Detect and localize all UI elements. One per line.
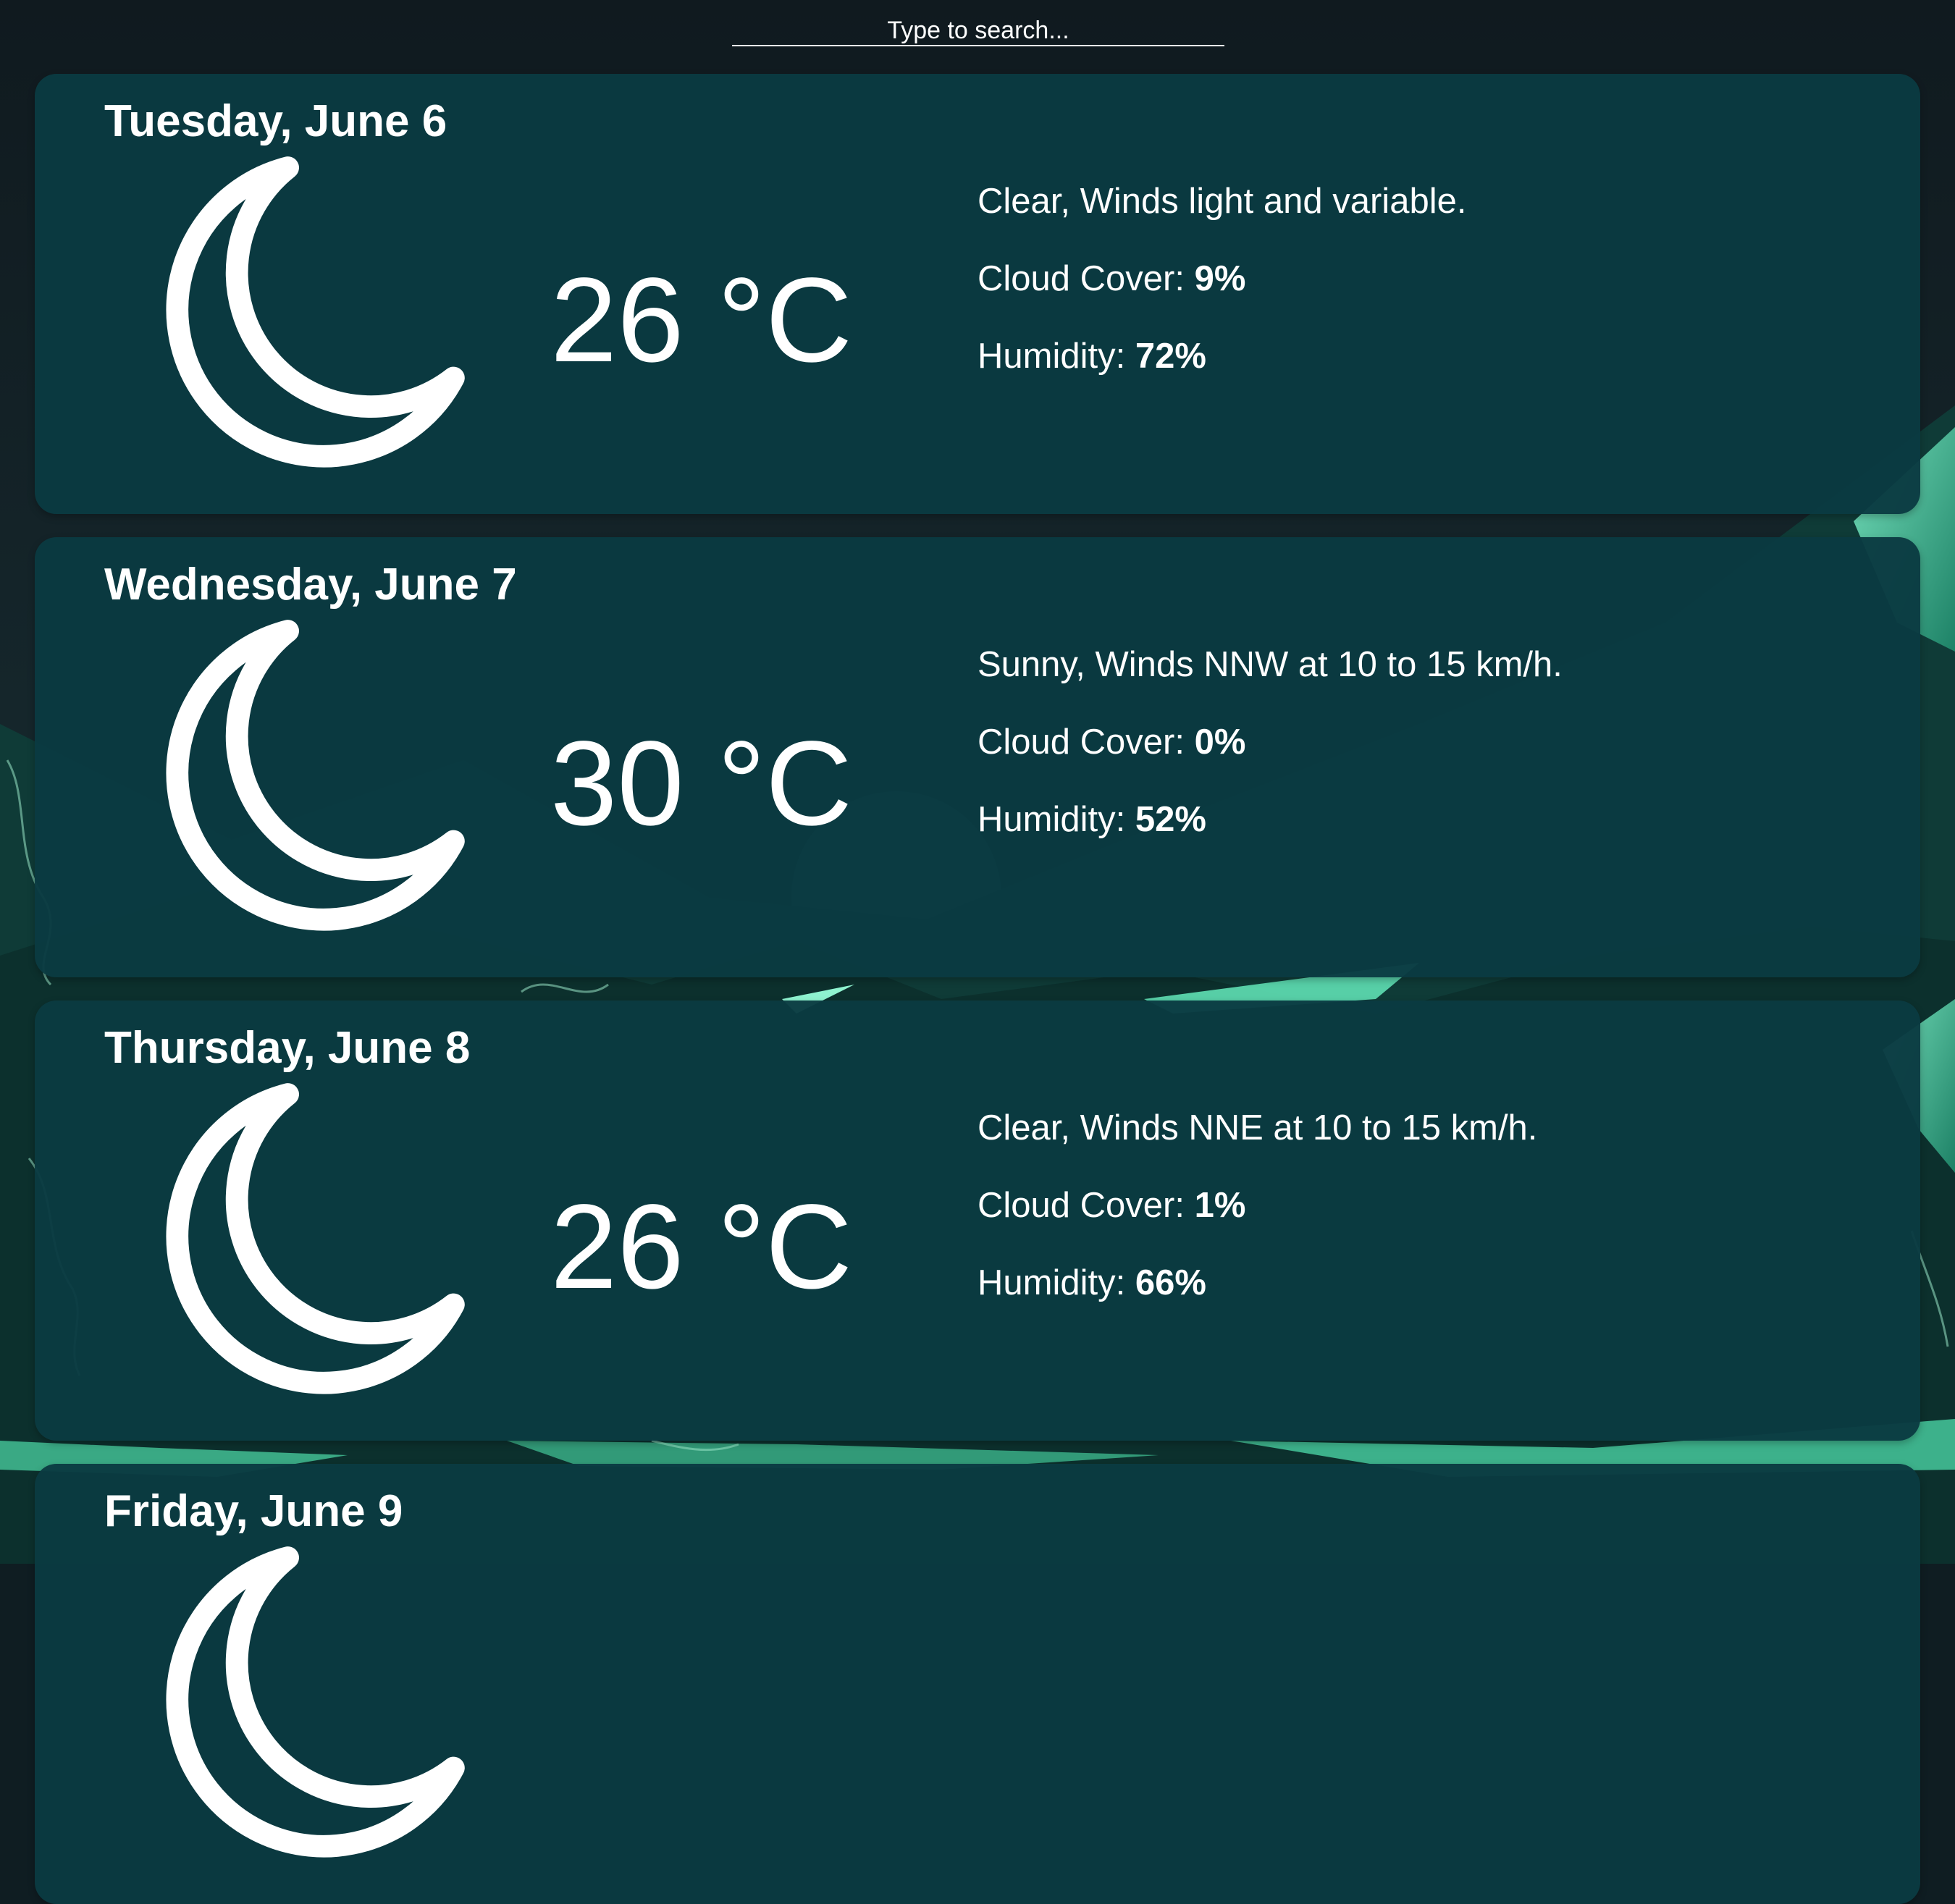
weather-details: Clear, Winds NNE at 10 to 15 km/h. Cloud… — [978, 1108, 1537, 1340]
search-input[interactable] — [732, 16, 1224, 46]
forecast-card: Wednesday, June 7 30 °C Sunny, Winds NNW… — [35, 537, 1920, 977]
forecast-card: Friday, June 9 — [35, 1464, 1920, 1904]
cloud-cover-value: 1% — [1194, 1186, 1246, 1225]
moon-icon — [166, 156, 465, 468]
temperature: 30 °C — [550, 717, 853, 851]
humidity: Humidity: 52% — [978, 799, 1563, 877]
humidity-value: 52% — [1135, 800, 1206, 839]
temperature: 26 °C — [550, 1180, 853, 1314]
humidity: Humidity: 72% — [978, 336, 1466, 413]
day-title: Tuesday, June 6 — [104, 96, 447, 146]
weather-details: Sunny, Winds NNW at 10 to 15 km/h. Cloud… — [978, 644, 1563, 877]
weather-summary: Sunny, Winds NNW at 10 to 15 km/h. — [978, 645, 1563, 684]
cloud-cover-label: Cloud Cover: — [978, 1186, 1185, 1225]
forecast-card: Tuesday, June 6 26 °C Clear, Winds light… — [35, 74, 1920, 514]
search-bar — [0, 16, 1955, 46]
day-title: Friday, June 9 — [104, 1486, 403, 1536]
weather-summary: Clear, Winds light and variable. — [978, 182, 1467, 221]
humidity-label: Humidity: — [978, 1263, 1126, 1302]
cloud-cover: Cloud Cover: 9% — [978, 258, 1466, 336]
cloud-cover-value: 9% — [1194, 259, 1246, 298]
cloud-cover: Cloud Cover: 1% — [978, 1185, 1537, 1263]
cloud-cover: Cloud Cover: 0% — [978, 722, 1563, 799]
humidity: Humidity: 66% — [978, 1263, 1537, 1340]
forecast-card: Thursday, June 8 26 °C Clear, Winds NNE … — [35, 1001, 1920, 1441]
moon-icon — [166, 1546, 465, 1858]
humidity-value: 66% — [1135, 1263, 1206, 1302]
day-title: Thursday, June 8 — [104, 1023, 471, 1073]
moon-icon — [166, 1083, 465, 1394]
humidity-label: Humidity: — [978, 800, 1126, 839]
temperature: 26 °C — [550, 253, 853, 387]
humidity-value: 72% — [1135, 337, 1206, 376]
weather-summary: Clear, Winds NNE at 10 to 15 km/h. — [978, 1108, 1538, 1147]
moon-icon — [166, 620, 465, 931]
cloud-cover-label: Cloud Cover: — [978, 259, 1185, 298]
cloud-cover-value: 0% — [1194, 723, 1246, 762]
day-title: Wednesday, June 7 — [104, 560, 517, 610]
cloud-cover-label: Cloud Cover: — [978, 723, 1185, 762]
humidity-label: Humidity: — [978, 337, 1126, 376]
weather-details: Clear, Winds light and variable. Cloud C… — [978, 181, 1466, 413]
